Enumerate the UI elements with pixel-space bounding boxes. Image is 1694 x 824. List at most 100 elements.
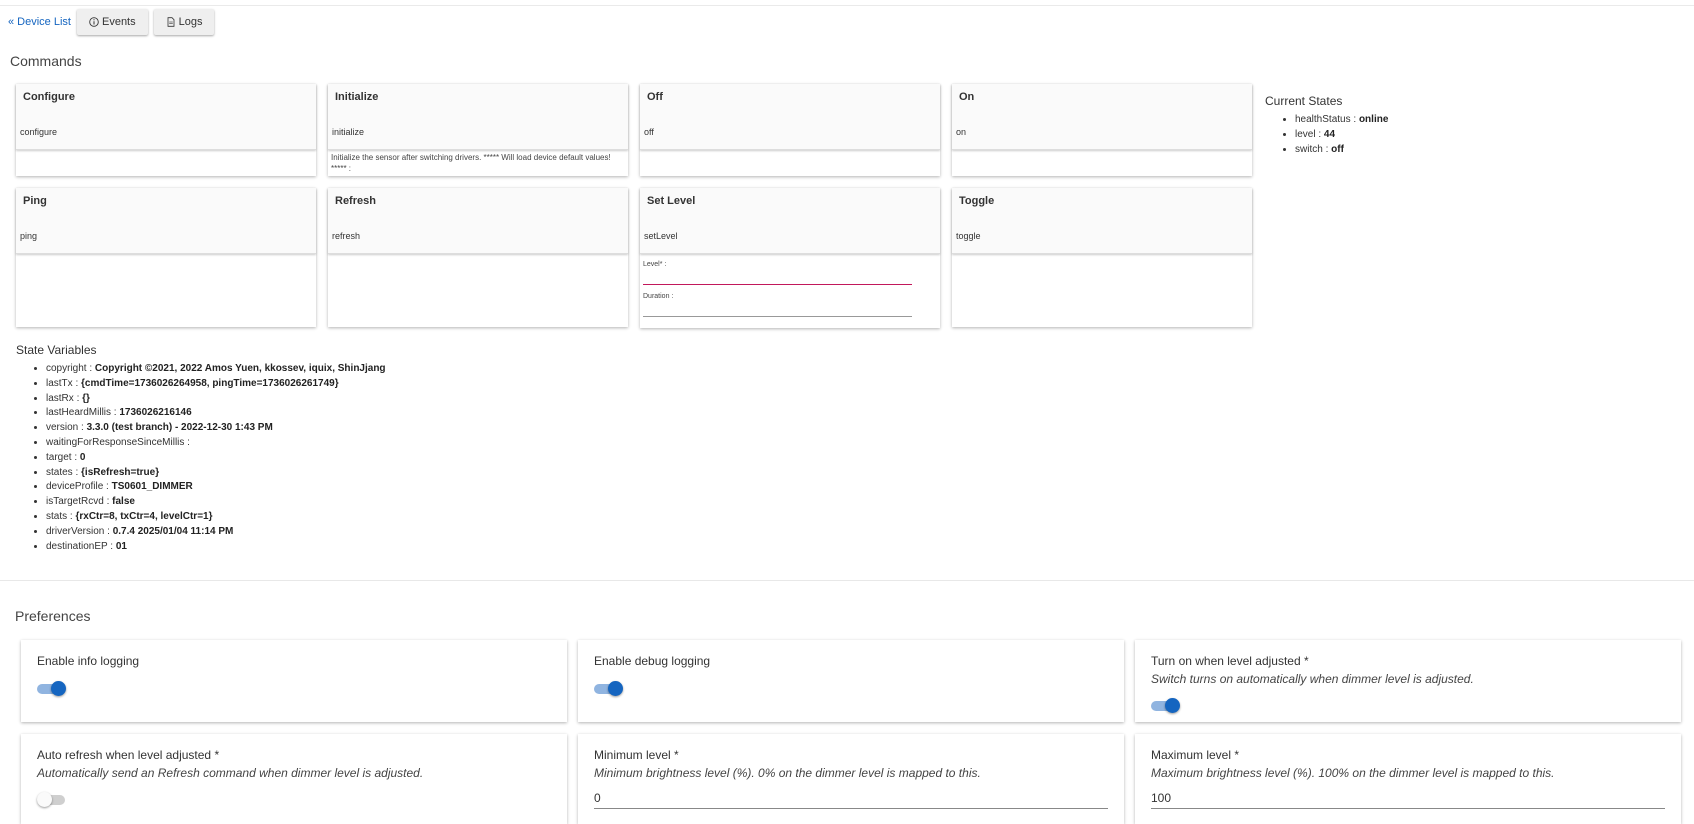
list-item: states : {isRefresh=true} (46, 466, 386, 481)
level-field-label: Level* : (643, 261, 667, 268)
pref-maximum-level: Maximum level * Maximum brightness level… (1135, 734, 1681, 824)
command-function: configure (20, 127, 58, 137)
auto-refresh-toggle[interactable] (37, 792, 65, 807)
variable-key: lastRx (46, 392, 74, 404)
command-card-configure: Configure configure (16, 84, 316, 176)
variable-value: {isRefresh=true} (81, 466, 160, 478)
pref-description: Switch turns on automatically when dimme… (1151, 672, 1474, 686)
command-card-initialize: Initialize initialize Initialize the sen… (328, 84, 628, 176)
list-item: isTargetRcvd : false (46, 495, 386, 510)
command-run-refresh[interactable]: Refresh refresh (328, 188, 628, 254)
state-variables-title: State Variables (16, 343, 97, 357)
state-key: healthStatus (1295, 114, 1351, 125)
variable-key: destinationEP (46, 540, 108, 552)
command-title: Off (647, 91, 663, 103)
commands-title: Commands (10, 53, 82, 69)
command-body (16, 150, 316, 176)
command-card-setlevel: Set Level setLevel Level* : Duration : (640, 188, 940, 328)
list-item: driverVersion : 0.7.4 2025/01/04 11:14 P… (46, 525, 386, 540)
command-body (16, 254, 316, 327)
command-function: off (644, 127, 654, 137)
variable-key: driverVersion (46, 525, 105, 537)
pref-title: Turn on when level adjusted * (1151, 654, 1309, 668)
variable-key: waitingForResponseSinceMillis (46, 436, 185, 448)
duration-input[interactable] (643, 302, 937, 316)
command-run-setlevel[interactable]: Set Level setLevel (640, 188, 940, 254)
current-states-title: Current States (1265, 94, 1343, 108)
level-input-underline (643, 284, 912, 285)
command-run-ping[interactable]: Ping ping (16, 188, 316, 254)
current-states-list: healthStatus : online level : 44 switch … (1265, 112, 1388, 157)
command-body: Level* : Duration : (640, 254, 940, 328)
command-description: Initialize the sensor after switching dr… (331, 153, 611, 173)
level-input[interactable] (643, 270, 937, 284)
command-card-refresh: Refresh refresh (328, 188, 628, 327)
top-divider (0, 5, 1694, 6)
command-title: Initialize (335, 91, 379, 103)
section-divider (0, 580, 1694, 581)
maximum-level-input[interactable]: 100 (1151, 791, 1665, 809)
variable-key: lastHeardMillis (46, 407, 112, 419)
list-item: level : 44 (1295, 127, 1388, 142)
command-title: Configure (23, 91, 75, 103)
device-list-link[interactable]: « Device List (8, 16, 71, 28)
pref-auto-refresh: Auto refresh when level adjusted * Autom… (21, 734, 567, 824)
list-item: destinationEP : 01 (46, 540, 386, 555)
command-body (952, 150, 1252, 176)
command-body (328, 254, 628, 327)
command-run-configure[interactable]: Configure configure (16, 84, 316, 150)
variable-value: 0 (79, 451, 86, 463)
pref-title: Enable info logging (37, 654, 140, 668)
state-value: online (1358, 114, 1389, 125)
command-run-off[interactable]: Off off (640, 84, 940, 150)
command-title: Refresh (335, 195, 376, 207)
debug-logging-toggle[interactable] (594, 681, 623, 696)
pref-enable-debug-logging: Enable debug logging (578, 640, 1124, 722)
command-card-ping: Ping ping (16, 188, 316, 327)
variable-key: isTargetRcvd (46, 496, 104, 508)
state-variables-list: copyright : Copyright ©2021, 2022 Amos Y… (16, 362, 386, 554)
minimum-level-input[interactable]: 0 (594, 791, 1108, 809)
list-item: version : 3.3.0 (test branch) - 2022-12-… (46, 421, 386, 436)
state-key: level (1295, 129, 1316, 140)
variable-value: 3.3.0 (test branch) - 2022-12-30 1:43 PM (86, 422, 273, 434)
command-run-initialize[interactable]: Initialize initialize (328, 84, 628, 150)
command-run-toggle[interactable]: Toggle toggle (952, 188, 1252, 254)
state-value: off (1331, 144, 1344, 155)
variable-value: 1736026216146 (119, 407, 192, 419)
turn-on-toggle[interactable] (1151, 698, 1180, 713)
duration-input-underline (643, 316, 912, 317)
command-card-toggle: Toggle toggle (952, 188, 1252, 327)
document-icon (167, 17, 175, 27)
list-item: deviceProfile : TS0601_DIMMER (46, 480, 386, 495)
command-function: refresh (332, 231, 361, 241)
pref-description: Maximum brightness level (%). 100% on th… (1151, 766, 1555, 780)
variable-value: 01 (115, 540, 127, 552)
list-item: lastTx : {cmdTime=1736026264958, pingTim… (46, 377, 386, 392)
events-button[interactable]: Events (76, 9, 148, 35)
command-function: toggle (956, 231, 981, 241)
variable-value: false (112, 496, 135, 508)
variable-value: 0.7.4 2025/01/04 11:14 PM (112, 525, 234, 537)
command-run-on[interactable]: On on (952, 84, 1252, 150)
list-item: healthStatus : online (1295, 112, 1388, 127)
logs-button[interactable]: Logs (153, 9, 215, 35)
list-item: waitingForResponseSinceMillis : (46, 436, 386, 451)
state-variables: State Variables copyright : Copyright ©2… (16, 343, 386, 554)
info-icon (89, 17, 99, 27)
command-title: Toggle (959, 195, 995, 207)
variable-key: version (46, 422, 79, 434)
variable-key: deviceProfile (46, 481, 104, 493)
list-item: lastHeardMillis : 1736026216146 (46, 406, 386, 421)
state-key: switch (1295, 144, 1323, 155)
pref-enable-info-logging: Enable info logging (21, 640, 567, 722)
info-logging-toggle[interactable] (37, 681, 66, 696)
current-states: Current States healthStatus : online lev… (1265, 94, 1388, 157)
variable-key: stats (46, 510, 68, 522)
variable-value: Copyright ©2021, 2022 Amos Yuen, kkossev… (94, 363, 386, 374)
command-title: Ping (23, 195, 47, 207)
variable-value: TS0601_DIMMER (111, 481, 193, 493)
command-body (640, 150, 940, 176)
list-item: switch : off (1295, 142, 1388, 157)
state-value: 44 (1323, 129, 1336, 140)
